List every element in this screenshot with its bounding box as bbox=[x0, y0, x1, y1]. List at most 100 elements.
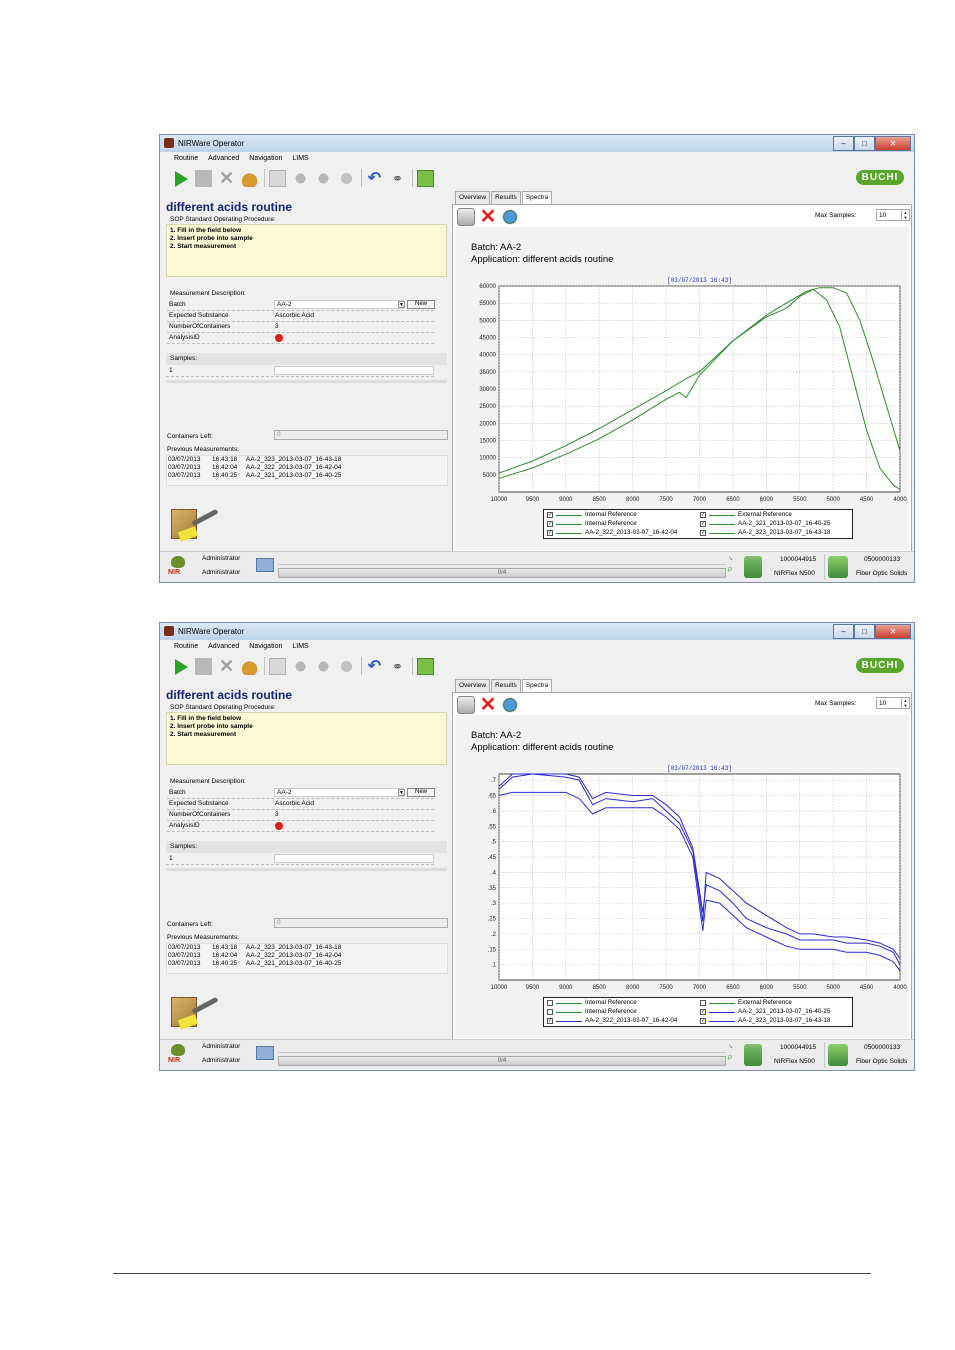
list-item[interactable]: 03/07/2013 16:42:04 AA-2_322_2013-03-07_16… bbox=[168, 464, 447, 472]
list-item[interactable]: 03/07/2013 16:43:18 AA-2_323_2013-03-07_16… bbox=[168, 456, 447, 464]
tab-spectra[interactable]: Spectra bbox=[521, 191, 553, 205]
previous-measurements-list[interactable]: 03/07/2013 16:43:18 AA-2_323_2013-03-07_16… bbox=[166, 455, 448, 486]
diagnostics-icon[interactable] bbox=[338, 657, 355, 675]
tab-overview[interactable]: Overview bbox=[455, 191, 491, 205]
new-batch-button[interactable]: New bbox=[407, 300, 435, 309]
batch-dropdown[interactable]: AA-2 bbox=[274, 300, 404, 309]
menu-navigation[interactable]: Navigation bbox=[249, 152, 282, 165]
stop-icon[interactable] bbox=[195, 657, 212, 675]
export-icon[interactable] bbox=[417, 169, 434, 187]
legend-checkbox[interactable]: ✓ bbox=[700, 530, 706, 536]
legend-checkbox[interactable]: ✓ bbox=[700, 521, 706, 527]
x-tick-label: 9500 bbox=[526, 497, 540, 503]
close-button[interactable]: ✕ bbox=[875, 136, 911, 151]
report-icon[interactable] bbox=[269, 657, 286, 675]
user-card-icon[interactable] bbox=[256, 1046, 274, 1060]
binoculars-icon[interactable]: ⚭ bbox=[389, 658, 406, 675]
user-card-icon[interactable] bbox=[256, 558, 274, 572]
instrument-icon[interactable] bbox=[744, 556, 762, 578]
status-bar: NIR Administrator Administrator 0/4 ↘ P … bbox=[160, 551, 914, 582]
menu-advanced[interactable]: Advanced bbox=[208, 640, 239, 653]
zoom-icon[interactable] bbox=[501, 208, 519, 226]
accessory-icon[interactable] bbox=[828, 1044, 848, 1066]
zoom-icon[interactable] bbox=[501, 696, 519, 714]
menu-routine[interactable]: Routine bbox=[174, 640, 198, 653]
legend-checkbox[interactable]: ✓ bbox=[547, 521, 553, 527]
delete-icon[interactable]: ✕ bbox=[479, 695, 497, 715]
field-value[interactable]: 3 bbox=[275, 323, 279, 330]
tab-results[interactable]: Results bbox=[491, 191, 521, 205]
x-tick-label: 5500 bbox=[793, 985, 807, 991]
tab-overview[interactable]: Overview bbox=[455, 679, 491, 693]
batch-dropdown[interactable]: AA-2 bbox=[274, 788, 404, 797]
start-icon[interactable] bbox=[172, 170, 189, 187]
max-samples-spinner[interactable]: 10 ▲ ▼ bbox=[876, 209, 910, 221]
left-panel: different acids routine SOP Standard Ope… bbox=[166, 196, 451, 552]
menu-navigation[interactable]: Navigation bbox=[249, 640, 282, 653]
undo-icon[interactable]: ↶ bbox=[366, 170, 383, 187]
instrument-icon[interactable] bbox=[744, 1044, 762, 1066]
legend-checkbox[interactable] bbox=[700, 1000, 706, 1006]
legend-checkbox[interactable] bbox=[547, 1000, 553, 1006]
binoculars-icon[interactable]: ⚭ bbox=[389, 170, 406, 187]
menu-advanced[interactable]: Advanced bbox=[208, 152, 239, 165]
max-samples-label: Max Samples: bbox=[815, 700, 857, 707]
accessory-icon[interactable] bbox=[828, 556, 848, 578]
new-batch-button[interactable]: New bbox=[407, 788, 435, 797]
print-icon[interactable] bbox=[457, 208, 475, 226]
field-value[interactable]: 3 bbox=[275, 811, 279, 818]
sample-bag-icon[interactable] bbox=[241, 169, 258, 187]
list-item[interactable]: 03/07/2013 16:40:25 AA-2_321_2013-03-07_16… bbox=[168, 472, 447, 480]
diagnostics-icon[interactable] bbox=[338, 169, 355, 187]
chevron-down-icon[interactable]: ▼ bbox=[398, 789, 405, 796]
minimize-button[interactable]: – bbox=[833, 624, 854, 639]
legend-checkbox[interactable]: ✓ bbox=[547, 512, 553, 518]
menu-lims[interactable]: LIMS bbox=[292, 152, 308, 165]
menu-routine[interactable]: Routine bbox=[174, 152, 198, 165]
close-button[interactable]: ✕ bbox=[875, 624, 911, 639]
sample-input[interactable] bbox=[274, 854, 434, 863]
legend-checkbox[interactable]: ✓ bbox=[700, 512, 706, 518]
settings-gears-icon[interactable] bbox=[292, 657, 309, 675]
cancel-icon[interactable]: ✕ bbox=[218, 657, 235, 675]
legend-checkbox[interactable] bbox=[547, 1009, 553, 1015]
undo-icon[interactable]: ↶ bbox=[366, 658, 383, 675]
max-samples-spinner[interactable]: 10 ▲ ▼ bbox=[876, 697, 910, 709]
y-tick-label: 20000 bbox=[479, 421, 496, 427]
list-item[interactable]: 03/07/2013 16:43:18 AA-2_323_2013-03-07_16… bbox=[168, 944, 447, 952]
maximize-button[interactable]: □ bbox=[854, 136, 875, 151]
config-icon[interactable] bbox=[315, 657, 332, 675]
legend-checkbox[interactable]: ✓ bbox=[547, 530, 553, 536]
chevron-down-icon[interactable]: ▼ bbox=[398, 301, 405, 308]
plot-svg: [03/07/2013 16:43] .1 .15 .2 .25 .3 .35 .4 .45 .5… bbox=[488, 765, 908, 991]
minimize-button[interactable]: – bbox=[833, 136, 854, 151]
legend-checkbox[interactable]: ✓ bbox=[700, 1009, 706, 1015]
delete-icon[interactable]: ✕ bbox=[479, 207, 497, 227]
stop-icon[interactable] bbox=[195, 169, 212, 187]
menu-lims[interactable]: LIMS bbox=[292, 640, 308, 653]
list-item[interactable]: 03/07/2013 16:40:25 AA-2_321_2013-03-07_16… bbox=[168, 960, 447, 968]
start-icon[interactable] bbox=[172, 658, 189, 675]
field-row-substance: Expected Substance Ascorbic Acid bbox=[167, 311, 434, 322]
tab-results[interactable]: Results bbox=[491, 679, 521, 693]
legend-checkbox[interactable]: ✓ bbox=[547, 1018, 553, 1024]
sample-input[interactable] bbox=[274, 366, 434, 375]
report-icon[interactable] bbox=[269, 169, 286, 187]
previous-measurements-list[interactable]: 03/07/2013 16:43:18 AA-2_323_2013-03-07_16… bbox=[166, 943, 448, 974]
window-title: NIRWare Operator bbox=[178, 139, 245, 148]
legend-checkbox[interactable]: ✓ bbox=[700, 1018, 706, 1024]
status-bar: NIR Administrator Administrator 0/4 ↘ P … bbox=[160, 1039, 914, 1070]
list-item[interactable]: 03/07/2013 16:42:04 AA-2_322_2013-03-07_16… bbox=[168, 952, 447, 960]
config-icon[interactable] bbox=[315, 169, 332, 187]
spinner-arrows-icon[interactable]: ▲ ▼ bbox=[901, 698, 909, 708]
spinner-arrows-icon[interactable]: ▲ ▼ bbox=[901, 210, 909, 220]
field-value[interactable]: Ascorbic Acid bbox=[275, 312, 314, 319]
tab-spectra[interactable]: Spectra bbox=[521, 679, 553, 693]
print-icon[interactable] bbox=[457, 696, 475, 714]
sample-bag-icon[interactable] bbox=[241, 657, 258, 675]
settings-gears-icon[interactable] bbox=[292, 169, 309, 187]
field-value[interactable]: Ascorbic Acid bbox=[275, 800, 314, 807]
cancel-icon[interactable]: ✕ bbox=[218, 169, 235, 187]
export-icon[interactable] bbox=[417, 657, 434, 675]
maximize-button[interactable]: □ bbox=[854, 624, 875, 639]
